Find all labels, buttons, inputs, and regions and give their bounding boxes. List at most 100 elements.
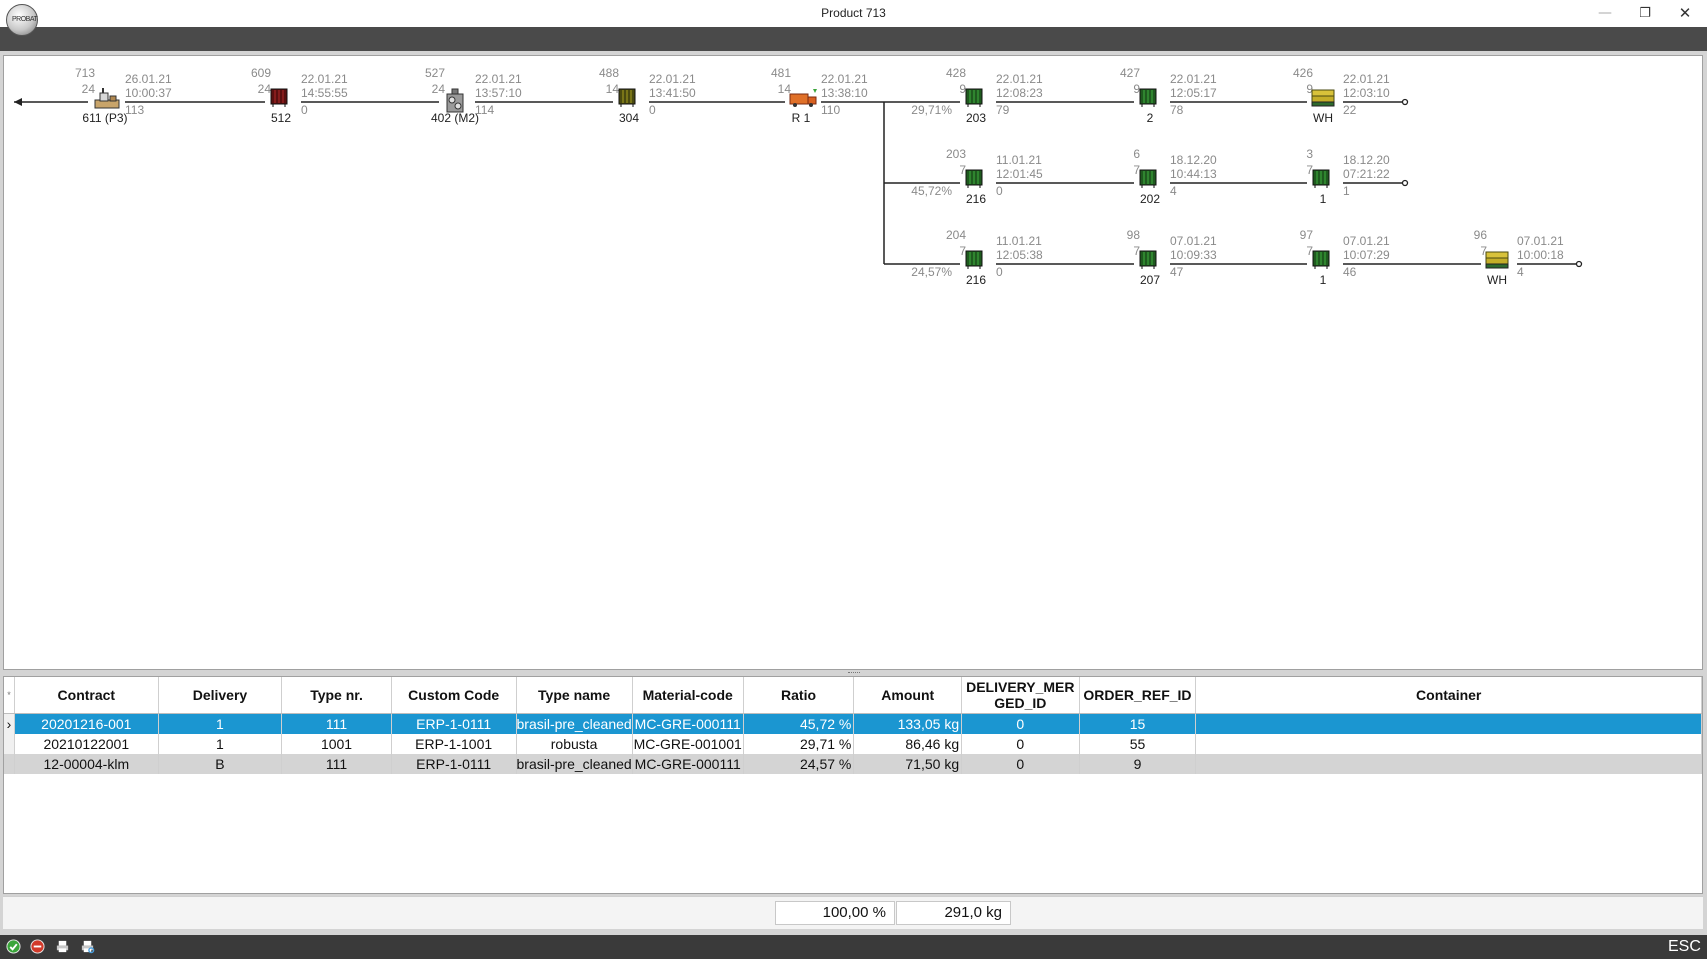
node-value: 0	[996, 184, 1003, 198]
node-time: 12:05:38	[996, 248, 1043, 262]
node-time: 12:08:23	[996, 86, 1043, 100]
node-time: 10:07:29	[1343, 248, 1390, 262]
cell-container[interactable]	[1195, 713, 1702, 734]
table-row[interactable]: › 20201216-001 1 111 ERP-1-0111 brasil-pre_cl…	[4, 713, 1702, 734]
end-point-icon	[1575, 260, 1583, 268]
node-time: 10:09:33	[1170, 248, 1217, 262]
node-time: 14:55:55	[301, 86, 348, 100]
cell-delivery[interactable]: 1	[158, 734, 283, 754]
cell-container[interactable]	[1195, 734, 1702, 754]
column-header-order-ref-id[interactable]: ORDER_REF_ID	[1079, 677, 1197, 714]
probat-logo-icon[interactable]: PROBAT	[6, 4, 38, 36]
table-row[interactable]: 20210122001 1 1001 ERP-1-1001 robusta MC-GRE-…	[4, 734, 1702, 754]
row-indicator[interactable]: ›	[4, 713, 15, 734]
column-header-custom-code[interactable]: Custom Code	[391, 677, 517, 714]
node-count-bottom: 7	[1480, 244, 1487, 258]
node-count-top: 609	[250, 66, 271, 80]
node-count-bottom: 24	[431, 82, 445, 96]
cell-amount[interactable]: 86,46 kg	[853, 734, 963, 754]
node-count-bottom: 14	[605, 82, 619, 96]
cell-order-ref-id[interactable]: 15	[1079, 713, 1197, 734]
cell-contract[interactable]: 12-00004-klm	[14, 754, 159, 774]
cell-order-ref-id[interactable]: 55	[1079, 734, 1197, 754]
logo-text: PROBAT	[12, 16, 38, 23]
row-indicator[interactable]	[4, 734, 15, 754]
cell-material-code[interactable]: MC-GRE-000111	[632, 754, 744, 774]
node-count-top: 98	[1126, 228, 1140, 242]
print-preview-icon[interactable]	[80, 939, 95, 954]
cancel-icon[interactable]	[30, 939, 45, 954]
node-count-bottom: 7	[1306, 244, 1313, 258]
node-value: 4	[1170, 184, 1177, 198]
node-time: 10:44:13	[1170, 167, 1217, 181]
cell-contract[interactable]: 20210122001	[14, 734, 159, 754]
cell-container[interactable]	[1195, 754, 1702, 774]
cell-ratio[interactable]: 24,57 %	[743, 754, 855, 774]
contract-grid: * Contract Delivery Type nr. Custom Code…	[3, 676, 1703, 894]
splitter-grip-icon	[848, 672, 860, 675]
cell-delivery-merged-id[interactable]: 0	[961, 754, 1080, 774]
node-value: 114	[475, 103, 495, 117]
cell-type-name[interactable]: robusta	[516, 734, 633, 754]
ok-icon[interactable]	[6, 939, 21, 954]
node-count-top: 426	[1292, 66, 1313, 80]
node-count-top: 203	[945, 147, 966, 161]
column-header-delivery[interactable]: Delivery	[158, 677, 283, 714]
table-header-row: * Contract Delivery Type nr. Custom Code…	[4, 677, 1702, 714]
cell-material-code[interactable]: MC-GRE-001001	[632, 734, 744, 754]
cell-type-name[interactable]: brasil-pre_cleaned	[516, 713, 633, 734]
node-count-bottom: 9	[1133, 82, 1140, 96]
table-row[interactable]: 12-00004-klm B 111 ERP-1-0111 brasil-pre_cle…	[4, 754, 1702, 774]
close-button[interactable]: ✕	[1665, 0, 1705, 27]
summary-footer: 100,00 % 291,0 kg	[3, 896, 1703, 929]
column-header-amount[interactable]: Amount	[853, 677, 963, 714]
row-indicator[interactable]	[4, 754, 15, 774]
cell-delivery-merged-id[interactable]: 0	[961, 734, 1080, 754]
node-date: 26.01.21	[125, 72, 172, 86]
cell-delivery-merged-id[interactable]: 0	[961, 713, 1080, 734]
traceability-graph: 713 24 611 (P3) 26.01.21 10:00:37 113 609 24 512…	[3, 55, 1703, 670]
column-header-ratio[interactable]: Ratio	[743, 677, 855, 714]
cell-ratio[interactable]: 29,71 %	[743, 734, 855, 754]
cell-type-nr[interactable]: 1001	[281, 734, 392, 754]
maximize-button[interactable]: ❐	[1625, 0, 1665, 27]
node-date: 22.01.21	[475, 72, 522, 86]
cell-order-ref-id[interactable]: 9	[1079, 754, 1197, 774]
node-value: 110	[821, 103, 841, 117]
minimize-button[interactable]: —	[1585, 0, 1625, 27]
print-icon[interactable]	[55, 939, 70, 954]
column-header-type-nr[interactable]: Type nr.	[281, 677, 392, 714]
node-date: 18.12.20	[1343, 153, 1390, 167]
cell-type-name[interactable]: brasil-pre_cleaned	[516, 754, 633, 774]
column-header-contract[interactable]: Contract	[14, 677, 159, 714]
contract-table: * Contract Delivery Type nr. Custom Code…	[4, 677, 1702, 774]
node-time: 10:00:18	[1517, 248, 1564, 262]
cell-contract[interactable]: 20201216-001	[14, 713, 159, 734]
node-count-bottom: 7	[959, 163, 966, 177]
node-date: 07.01.21	[1343, 234, 1390, 248]
cell-custom-code[interactable]: ERP-1-0111	[391, 713, 517, 734]
cell-delivery[interactable]: 1	[158, 713, 283, 734]
node-date: 07.01.21	[1517, 234, 1564, 248]
cell-material-code[interactable]: MC-GRE-000111	[632, 713, 744, 734]
node-count-bottom: 7	[1133, 163, 1140, 177]
arrow-head-icon	[14, 98, 22, 106]
cell-ratio[interactable]: 45,72 %	[743, 713, 855, 734]
cell-amount[interactable]: 133,05 kg	[853, 713, 963, 734]
node-count-top: 427	[1119, 66, 1140, 80]
cell-custom-code[interactable]: ERP-1-1001	[391, 734, 517, 754]
esc-button[interactable]: ESC	[1668, 938, 1701, 956]
cell-delivery[interactable]: B	[158, 754, 283, 774]
cell-type-nr[interactable]: 111	[281, 713, 392, 734]
cell-amount[interactable]: 71,50 kg	[853, 754, 963, 774]
column-header-delivery-merged-id[interactable]: DELIVERY_MERGED_ID	[961, 677, 1080, 714]
node-count-bottom: 9	[959, 82, 966, 96]
node-count-bottom: 14	[777, 82, 791, 96]
column-header-type-name[interactable]: Type name	[516, 677, 633, 714]
header-indicator[interactable]: *	[4, 677, 15, 714]
node-date: 11.01.21	[996, 153, 1042, 167]
column-header-material-code[interactable]: Material-code	[632, 677, 744, 714]
cell-custom-code[interactable]: ERP-1-0111	[391, 754, 517, 774]
column-header-container[interactable]: Container	[1195, 677, 1702, 714]
cell-type-nr[interactable]: 111	[281, 754, 392, 774]
